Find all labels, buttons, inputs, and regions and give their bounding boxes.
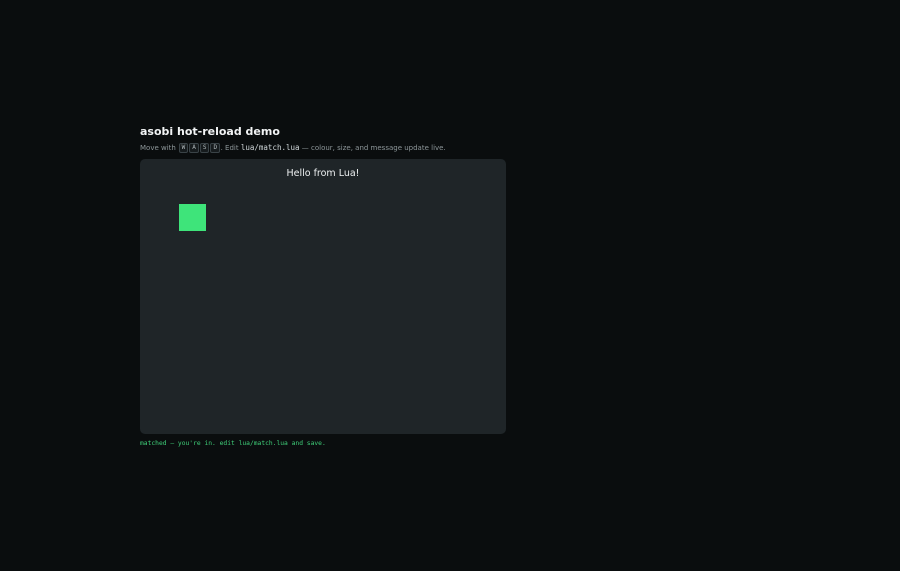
- page-title: asobi hot-reload demo: [140, 125, 280, 138]
- instructions-middle: . Edit: [220, 144, 239, 152]
- player-square: [179, 204, 206, 231]
- instructions-suffix: — colour, size, and message update live.: [301, 144, 446, 152]
- game-canvas[interactable]: Hello from Lua!: [140, 159, 506, 434]
- key-a: A: [189, 143, 199, 153]
- status-line: matched — you're in. edit lua/match.lua …: [140, 440, 326, 447]
- instructions-prefix: Move with: [140, 144, 176, 152]
- file-path: lua/match.lua: [240, 143, 300, 152]
- key-w: W: [178, 143, 189, 153]
- key-s: S: [199, 143, 210, 153]
- demo-container: asobi hot-reload demo Move with WASD. Ed…: [140, 124, 506, 447]
- game-message: Hello from Lua!: [286, 168, 360, 179]
- instructions: Move with WASD. Edit lua/match.lua — col…: [140, 142, 506, 154]
- key-d: D: [210, 143, 221, 153]
